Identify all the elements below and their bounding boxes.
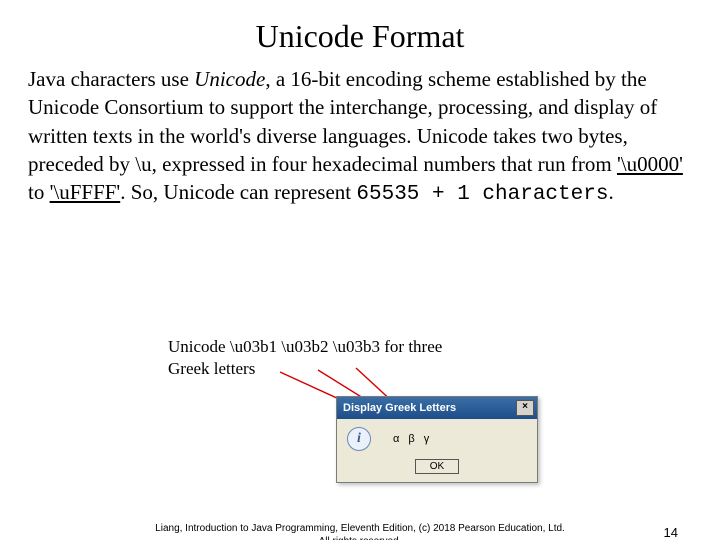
globe-graphic [562,384,702,524]
ok-button[interactable]: OK [415,459,459,474]
body-text: Java characters use [28,67,194,91]
info-icon [347,427,371,451]
code-u0000: '\u0000' [617,152,683,176]
body-text: . So, Unicode can represent [120,180,356,204]
dialog-titlebar: Display Greek Letters × [337,397,537,419]
slide-title: Unicode Format [0,18,720,55]
body-text: . [608,180,613,204]
page-number: 14 [664,525,678,540]
body-mono-count: 65535 + 1 characters [356,183,608,206]
body-paragraph: Java characters use Unicode, a 16-bit en… [0,65,720,210]
greek-letters-dialog: Display Greek Letters × α β γ OK [336,396,538,483]
dialog-button-row: OK [337,457,537,482]
body-italic-unicode: Unicode [194,67,265,91]
dialog-letters: α β γ [393,433,432,445]
footer-line2: All rights reserved. [0,536,720,540]
footer: Liang, Introduction to Java Programming,… [0,523,720,540]
close-icon[interactable]: × [516,400,534,416]
caption-text: Unicode \u03b1 \u03b2 \u03b3 for three G… [168,336,468,380]
footer-line1: Liang, Introduction to Java Programming,… [0,523,720,536]
code-uffff: '\uFFFF' [50,180,121,204]
slide: Unicode Format Java characters use Unico… [0,18,720,540]
dialog-content: α β γ [337,419,537,457]
dialog-title: Display Greek Letters [343,402,456,414]
body-text: to [28,180,50,204]
